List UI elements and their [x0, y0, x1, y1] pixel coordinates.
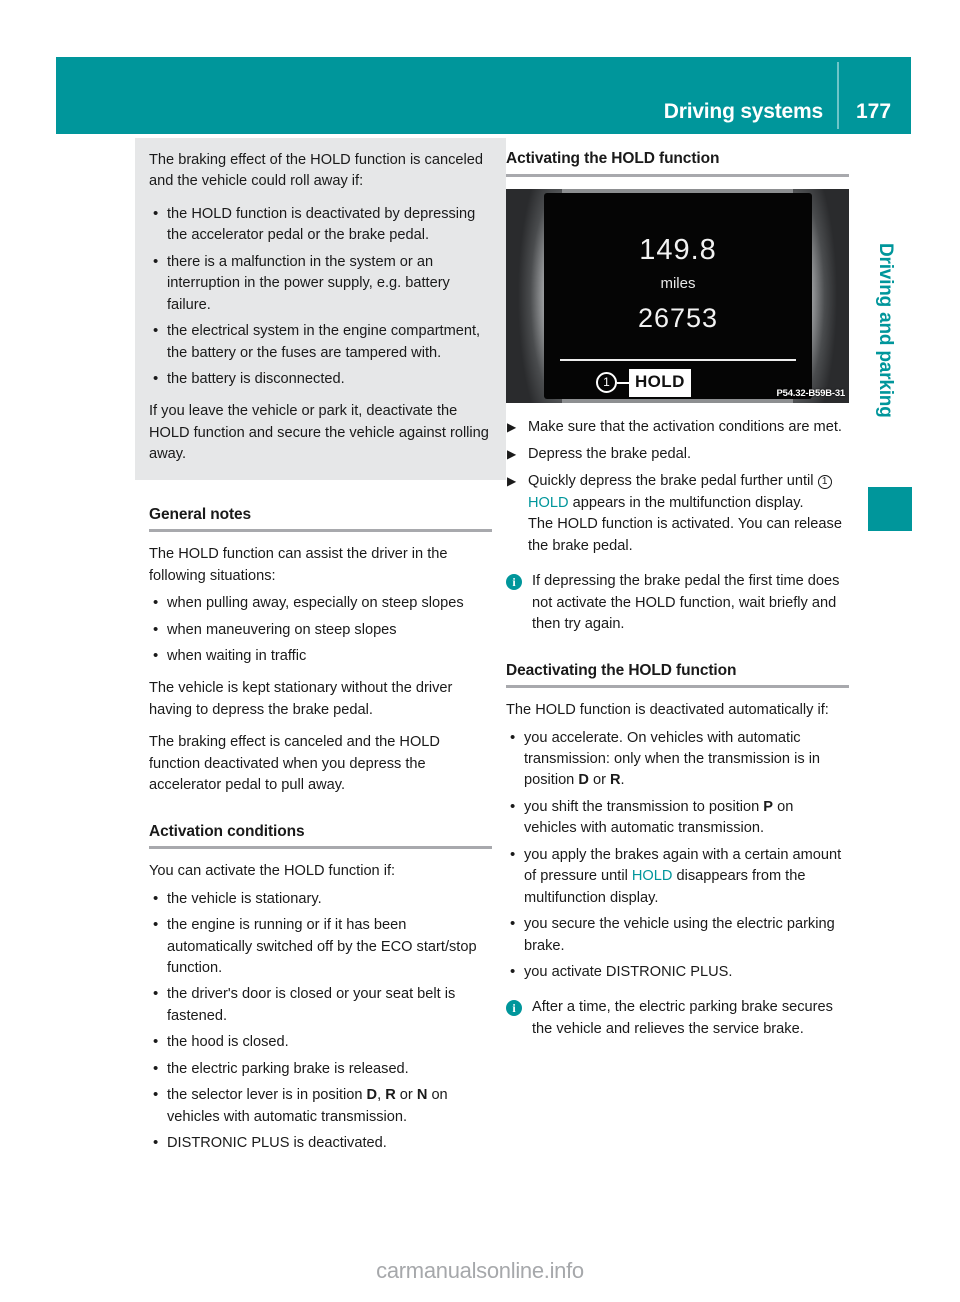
- text-run: or: [395, 1087, 417, 1104]
- list-item: when waiting in traffic: [149, 645, 492, 668]
- chapter-tab-marker: [868, 487, 912, 531]
- activation-conditions-bullet-list: the vehicle is stationary. the engine is…: [149, 888, 492, 1155]
- activation-conditions-intro: You can activate the HOLD function if:: [149, 863, 396, 880]
- heading-rule: [506, 685, 849, 689]
- list-item: there is a malfunction in the system or …: [149, 251, 492, 316]
- text-run: .: [620, 772, 625, 789]
- list-item: the electric parking brake is released.: [149, 1058, 492, 1081]
- general-notes-bullet-list: when pulling away, especially on steep s…: [149, 592, 492, 668]
- list-item: the electrical system in the engine comp…: [149, 320, 492, 364]
- list-item: the engine is running or if it has been …: [149, 914, 492, 979]
- list-item: you accelerate. On vehicles with automat…: [506, 727, 849, 792]
- list-item: the selector lever is in position D, R o…: [149, 1084, 492, 1128]
- left-column: The braking effect of the HOLD function …: [135, 138, 506, 1166]
- gear-position-d: D: [366, 1087, 378, 1104]
- gear-position-d: D: [578, 772, 589, 789]
- page-header-bar: Driving systems 177: [56, 57, 911, 134]
- list-item: the hood is closed.: [149, 1031, 492, 1054]
- list-item: you shift the transmission to position P…: [506, 796, 849, 840]
- info-note-text: If depressing the brake pedal the first …: [532, 573, 840, 633]
- warning-outro: If you leave the vehicle or park it, dea…: [149, 403, 489, 463]
- chapter-side-tab: Driving and parking: [868, 243, 902, 503]
- list-item: the HOLD function is deactivated by depr…: [149, 203, 492, 247]
- general-notes-para-2: The braking effect is canceled and the H…: [149, 734, 440, 794]
- warning-intro: The braking effect of the HOLD function …: [149, 152, 483, 190]
- list-item: you activate DISTRONIC PLUS.: [506, 961, 849, 984]
- hold-keyword: HOLD: [631, 868, 673, 885]
- page-number: 177: [856, 100, 892, 123]
- section-heading-activating: Activating the HOLD function: [506, 150, 720, 167]
- list-item: you apply the brakes again with a certai…: [506, 844, 849, 909]
- step-result-text: The HOLD function is activated. You can …: [528, 516, 842, 554]
- odometer-value: 26753: [637, 302, 719, 333]
- text-run: or: [588, 772, 610, 789]
- callout-marker-1: 1: [596, 372, 617, 394]
- heading-rule: [149, 529, 492, 533]
- site-watermark: carmanualsonline.info: [376, 1258, 584, 1283]
- hold-indicator-group: 1 HOLD: [596, 368, 691, 397]
- gear-position-r: R: [610, 772, 621, 789]
- text-run: you accelerate. On vehicles with automat…: [524, 729, 821, 789]
- general-notes-para-1: The vehicle is kept stationary without t…: [149, 680, 453, 718]
- multifunction-display: 149.8 miles 26753 1 HOLD: [544, 192, 812, 399]
- info-note-text: After a time, the electric parking brake…: [532, 999, 833, 1037]
- list-item: when pulling away, especially on steep s…: [149, 592, 492, 615]
- heading-rule: [506, 173, 849, 177]
- list-item: the vehicle is stationary.: [149, 888, 492, 911]
- list-item: Quickly depress the brake pedal further …: [506, 471, 849, 557]
- info-icon: i: [506, 1000, 522, 1017]
- hold-status-indicator: HOLD: [629, 368, 691, 397]
- heading-rule: [149, 846, 492, 850]
- section-heading-deactivating: Deactivating the HOLD function: [506, 661, 737, 679]
- deactivating-bullet-list: you accelerate. On vehicles with automat…: [506, 727, 849, 984]
- figure-reference-code: P54.32-B59B-31: [776, 387, 846, 399]
- list-item: Make sure that the activation conditions…: [506, 417, 849, 438]
- activating-steps-list: Make sure that the activation conditions…: [506, 417, 849, 558]
- page-title: Driving systems: [663, 100, 823, 123]
- text-run: you shift the transmission to position: [524, 798, 764, 815]
- info-note-activating: i If depressing the brake pedal the firs…: [506, 571, 849, 635]
- general-notes-intro: The HOLD function can assist the driver …: [149, 546, 448, 584]
- text-run: the selector lever is in position: [167, 1087, 367, 1104]
- deactivating-intro: The HOLD function is deactivated automat…: [506, 702, 829, 719]
- section-heading-activation-conditions: Activation conditions: [149, 822, 305, 840]
- list-item: the battery is disconnected.: [149, 368, 492, 391]
- instrument-cluster-figure: 149.8 miles 26753 1 HOLD P54.32-B59B-31: [506, 188, 849, 403]
- trip-distance-value: 149.8: [639, 233, 717, 266]
- gear-position-n: N: [416, 1087, 428, 1104]
- info-note-deactivating: i After a time, the electric parking bra…: [506, 997, 849, 1040]
- list-item: when maneuvering on steep slopes: [149, 619, 492, 642]
- text-run: appears in the multifunction display.: [568, 494, 804, 511]
- circled-number-icon: 1: [817, 475, 832, 490]
- text-run: Quickly depress the brake pedal further …: [528, 473, 818, 490]
- list-item: Depress the brake pedal.: [506, 444, 849, 465]
- list-item: the driver's door is closed or your seat…: [149, 983, 492, 1027]
- list-item: DISTRONIC PLUS is deactivated.: [149, 1132, 492, 1155]
- hold-keyword: HOLD: [528, 494, 569, 511]
- info-icon: i: [506, 574, 522, 591]
- list-item: you secure the vehicle using the electri…: [506, 913, 849, 957]
- gear-position-p: P: [763, 798, 774, 815]
- text-run: ,: [377, 1087, 386, 1104]
- section-heading-general-notes: General notes: [149, 505, 252, 523]
- gear-position-r: R: [385, 1087, 396, 1104]
- warning-bullet-list: the HOLD function is deactivated by depr…: [149, 203, 492, 391]
- distance-unit-label: miles: [660, 274, 696, 292]
- display-separator-line: [560, 358, 796, 361]
- chapter-side-tab-label: Driving and parking: [875, 243, 896, 418]
- warning-box: The braking effect of the HOLD function …: [135, 138, 506, 480]
- right-column: Activating the HOLD function 149.8 miles…: [506, 150, 849, 1040]
- callout-leader-line: [617, 381, 629, 384]
